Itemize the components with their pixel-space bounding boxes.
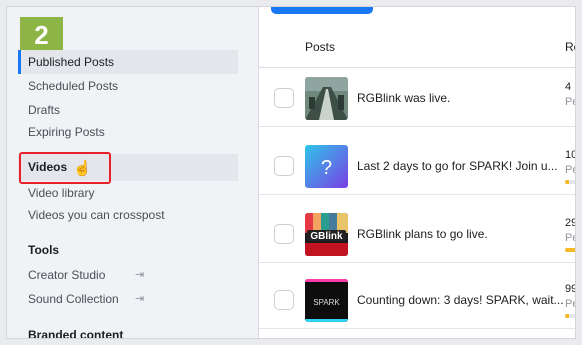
sidebar-item-videos-crosspost[interactable]: Videos you can crosspost (18, 203, 238, 227)
reach-value: 105 (565, 149, 575, 161)
external-link-icon: ⇥ (135, 293, 145, 305)
row-checkbox[interactable] (274, 88, 294, 108)
post-title[interactable]: Last 2 days to go for SPARK! Join u... (357, 159, 558, 173)
post-thumbnail[interactable]: ? (305, 145, 348, 188)
sidebar-item-published-posts[interactable]: Published Posts (18, 50, 238, 74)
external-link-icon: ⇥ (135, 269, 145, 281)
post-thumbnail[interactable]: GBlink (305, 213, 348, 256)
reach-label: Peo (565, 164, 575, 176)
table-row[interactable]: RGBlink was live. 4 Peo (259, 69, 575, 127)
sidebar-item-label: Published Posts (28, 55, 115, 69)
sidebar-item-drafts[interactable]: Drafts (18, 98, 238, 122)
reach-bar-fill (565, 180, 569, 184)
sidebar-item-video-library[interactable]: Video library (18, 181, 238, 205)
section-heading-tools: Tools (28, 243, 60, 257)
row-checkbox[interactable] (274, 224, 294, 244)
hand-pointer-icon: ☝ (73, 160, 92, 177)
table-row[interactable]: ? Last 2 days to go for SPARK! Join u...… (259, 137, 575, 195)
column-header-reach[interactable]: Rea (565, 40, 575, 54)
reach-bar (565, 314, 575, 318)
reach-value: 99 (565, 283, 575, 295)
active-indicator (18, 50, 21, 74)
thumbnail-text: ? (321, 157, 332, 179)
header-divider (259, 67, 575, 68)
sidebar-item-label: Sound Collection (28, 292, 119, 306)
highlight-box (19, 152, 111, 184)
post-thumbnail[interactable] (305, 77, 348, 120)
post-title[interactable]: RGBlink plans to go live. (357, 227, 488, 241)
sidebar-item-scheduled-posts[interactable]: Scheduled Posts (18, 74, 238, 98)
post-thumbnail[interactable]: SPARK (305, 279, 348, 322)
reach-bar-fill (565, 314, 569, 318)
reach-bar (565, 248, 575, 252)
row-checkbox[interactable] (274, 290, 294, 310)
sidebar-item-expiring-posts[interactable]: Expiring Posts (18, 120, 238, 144)
sidebar-item-label: Creator Studio (28, 268, 106, 282)
reach-value: 291 (565, 217, 575, 229)
sidebar-item-sound-collection[interactable]: Sound Collection (18, 287, 238, 311)
sidebar: 2 Published Posts Scheduled Posts Drafts… (7, 7, 259, 339)
row-checkbox[interactable] (274, 156, 294, 176)
table-row[interactable]: SPARK Counting down: 3 days! SPARK, wait… (259, 271, 575, 329)
reach-value: 4 (565, 81, 572, 93)
thumbnail-text: GBlink (310, 231, 343, 242)
reach-label: Peo (565, 232, 575, 244)
post-title[interactable]: Counting down: 3 days! SPARK, wait... (357, 293, 564, 307)
column-header-posts[interactable]: Posts (305, 40, 335, 54)
reach-label: Peo (565, 298, 575, 310)
reach-bar-fill (565, 248, 575, 252)
thumbnail-text: SPARK (313, 298, 340, 307)
reach-bar (565, 180, 575, 184)
post-title[interactable]: RGBlink was live. (357, 91, 450, 105)
screenshot-frame: 2 Published Posts Scheduled Posts Drafts… (6, 6, 576, 339)
top-button[interactable] (271, 7, 373, 14)
reach-label: Peo (565, 96, 575, 108)
posts-table: Posts Rea RGBlink was live. 4 Peo (259, 7, 575, 338)
table-row[interactable]: GBlink RGBlink plans to go live. 291 Peo (259, 205, 575, 263)
step-badge: 2 (20, 17, 63, 54)
section-heading-branded-content: Branded content (28, 328, 124, 339)
sidebar-item-creator-studio[interactable]: Creator Studio (18, 263, 238, 287)
